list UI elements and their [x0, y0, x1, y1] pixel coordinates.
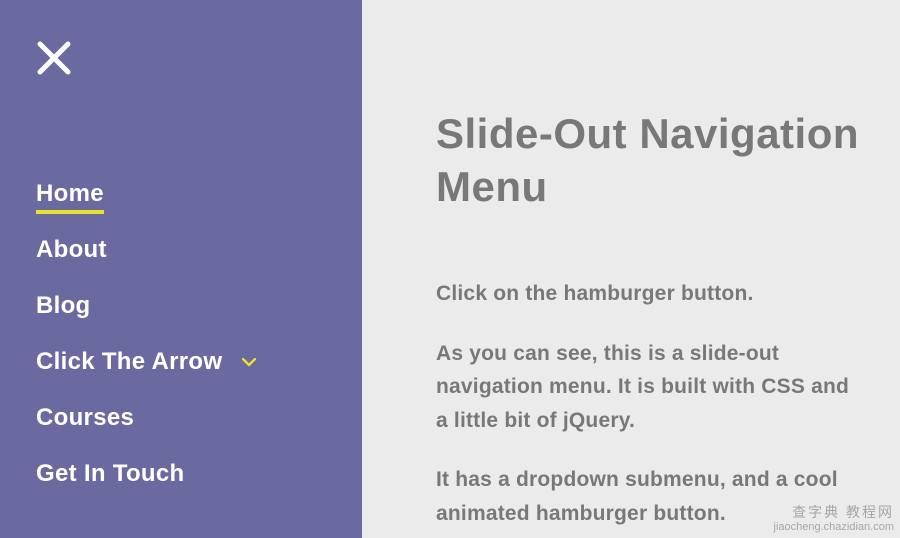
- paragraph: As you can see, this is a slide-out navi…: [436, 337, 860, 438]
- close-icon: [36, 40, 72, 76]
- watermark-line2: jiaocheng.chazidian.com: [774, 521, 894, 534]
- nav-item-get-in-touch[interactable]: Get In Touch: [36, 460, 326, 488]
- close-button[interactable]: [36, 40, 76, 80]
- nav-list: Home About Blog Click The Arrow Courses …: [36, 180, 326, 488]
- nav-item-label: Get In Touch: [36, 460, 184, 488]
- nav-item-about[interactable]: About: [36, 236, 326, 264]
- watermark-line1: 查字典 教程网: [774, 504, 894, 521]
- main-content: Slide-Out Navigation Menu Click on the h…: [362, 0, 900, 538]
- nav-item-click-the-arrow[interactable]: Click The Arrow: [36, 348, 326, 376]
- chevron-down-icon[interactable]: [242, 358, 256, 367]
- page-title: Slide-Out Navigation Menu: [436, 108, 860, 213]
- nav-item-courses[interactable]: Courses: [36, 404, 326, 432]
- watermark: 查字典 教程网 jiaocheng.chazidian.com: [774, 504, 894, 534]
- nav-item-label: About: [36, 236, 107, 264]
- nav-item-label: Courses: [36, 404, 134, 432]
- sidebar: Home About Blog Click The Arrow Courses …: [0, 0, 362, 538]
- nav-item-blog[interactable]: Blog: [36, 292, 326, 320]
- nav-item-home[interactable]: Home: [36, 180, 326, 208]
- paragraph: Click on the hamburger button.: [436, 277, 860, 311]
- nav-item-label: Blog: [36, 292, 91, 320]
- nav-item-label: Click The Arrow: [36, 348, 222, 376]
- nav-item-label: Home: [36, 180, 104, 208]
